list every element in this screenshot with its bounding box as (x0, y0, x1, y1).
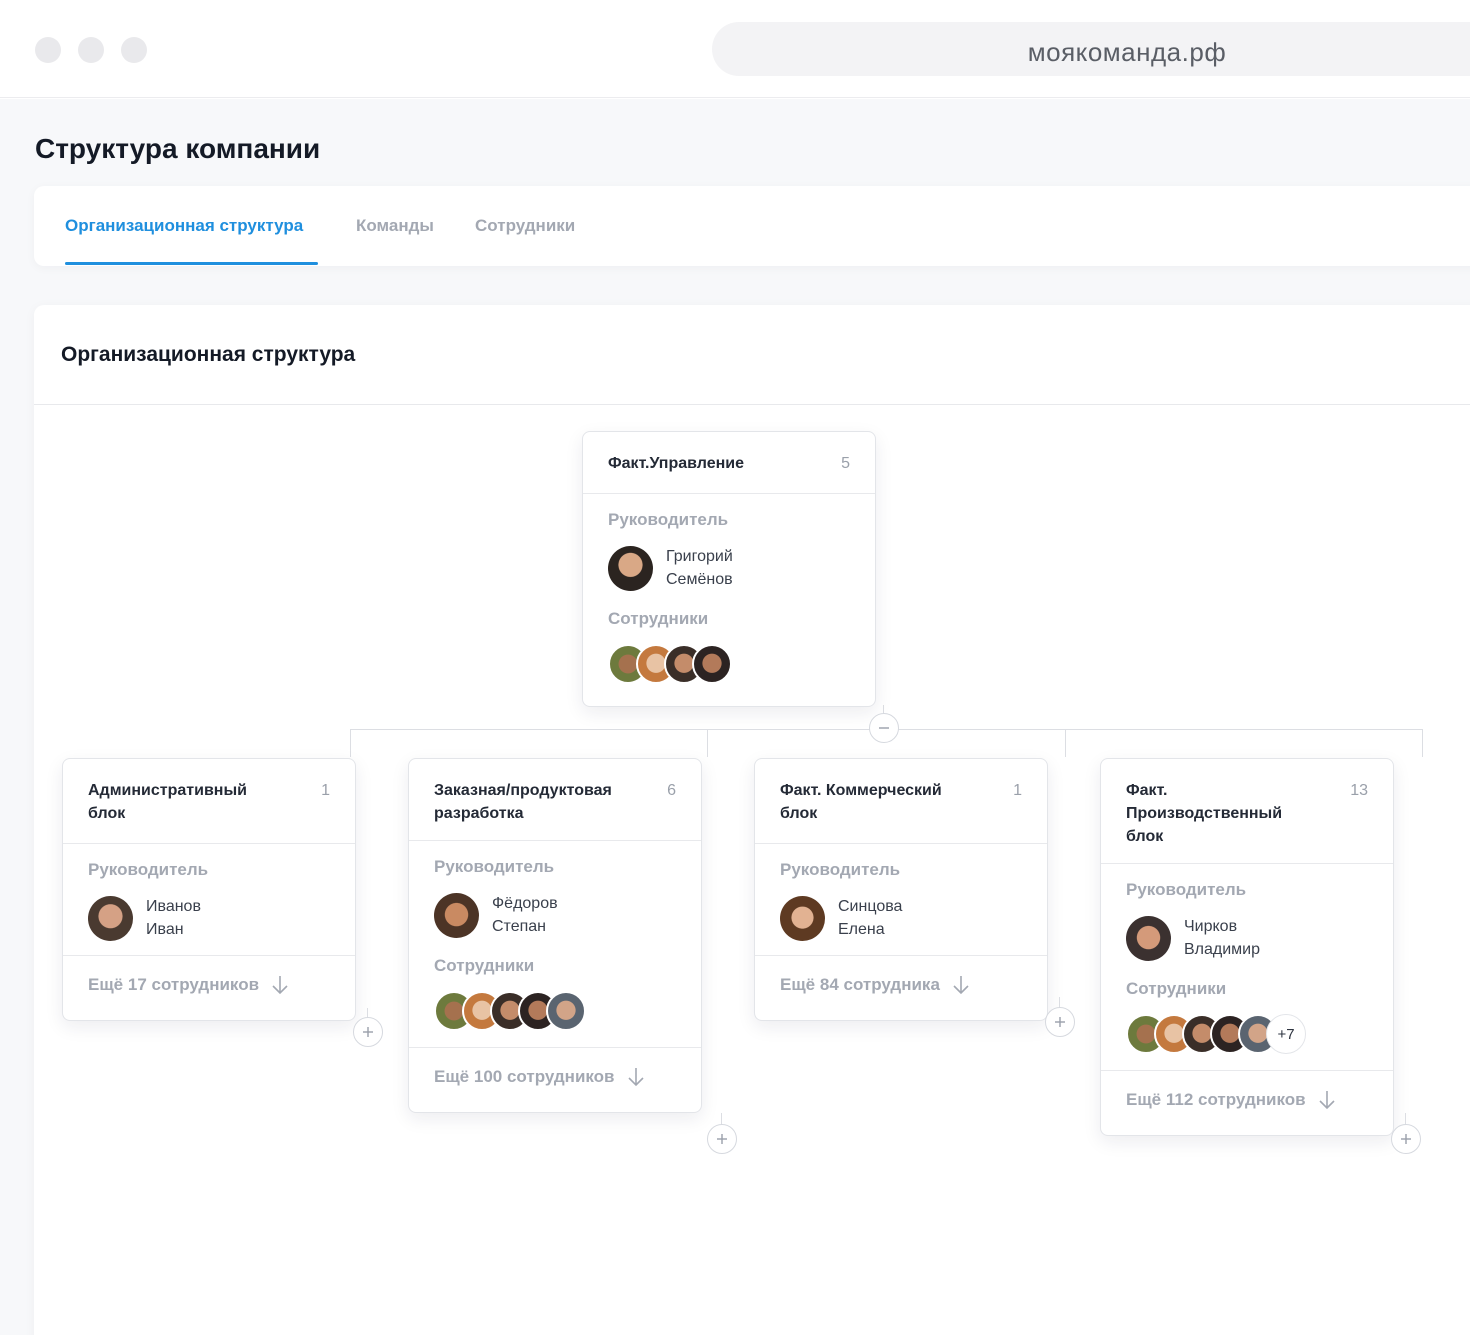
node-title: Факт. Коммерческий блок (780, 782, 942, 822)
manager-last-name: Иван (146, 921, 184, 938)
manager-first-name: Иванов (146, 898, 201, 915)
node-title: Заказная/продуктовая разработка (434, 782, 612, 822)
plus-icon (1401, 1134, 1411, 1144)
manager-last-name: Степан (492, 918, 546, 935)
employee-avatars[interactable]: +7 (1126, 1014, 1368, 1054)
tab-employees[interactable]: Сотрудники (475, 216, 575, 236)
section-divider (34, 404, 1470, 405)
manager-last-name: Елена (838, 921, 885, 938)
show-more-label: Ещё 17 сотрудников (88, 975, 260, 994)
node-count: 6 (667, 782, 676, 799)
avatar (88, 895, 133, 941)
manager-first-name: Чирков (1184, 918, 1238, 935)
manager-label: Руководитель (1126, 880, 1247, 899)
tab-org-structure[interactable]: Организационная структура (65, 216, 303, 236)
show-more-employees[interactable]: Ещё 112 сотрудников (1101, 1071, 1393, 1135)
more-employees-badge[interactable]: +7 (1266, 1014, 1306, 1054)
arrow-down-icon (272, 976, 288, 995)
manager[interactable]: Фёдоров Степан (434, 892, 676, 938)
avatar (434, 892, 479, 938)
address-bar[interactable]: моякоманда.рф (712, 22, 1470, 76)
manager-label: Руководитель (88, 860, 209, 879)
show-more-label: Ещё 112 сотрудников (1126, 1090, 1306, 1109)
show-more-employees[interactable]: Ещё 84 сотрудника (755, 956, 1047, 1020)
page: Структура компании Организационная струк… (0, 99, 1470, 1335)
tabs-bar: Организационная структура Команды Сотруд… (34, 186, 1470, 266)
expand-button[interactable] (1045, 1007, 1075, 1037)
avatar (780, 895, 825, 941)
employee-avatars[interactable] (434, 991, 676, 1031)
employee-avatars[interactable] (608, 644, 850, 684)
connector-child-2 (707, 729, 708, 757)
window-minimize-dot[interactable] (78, 37, 104, 63)
show-more-employees[interactable]: Ещё 100 сотрудников (409, 1048, 701, 1112)
window-close-dot[interactable] (35, 37, 61, 63)
collapse-button[interactable] (869, 713, 899, 743)
section-title: Организационная структура (61, 343, 356, 366)
node-count: 1 (1013, 782, 1022, 799)
node-count: 1 (321, 782, 330, 799)
connector-child-3 (1065, 729, 1066, 757)
manager-first-name: Синцова (838, 898, 903, 915)
plus-icon (717, 1134, 727, 1144)
active-tab-indicator (65, 262, 318, 265)
manager-last-name: Владимир (1184, 941, 1261, 958)
avatar (546, 991, 586, 1031)
expand-button[interactable] (1391, 1124, 1421, 1154)
manager-label: Руководитель (608, 510, 729, 529)
employees-label: Сотрудники (608, 609, 709, 628)
avatar (1126, 915, 1171, 961)
show-more-employees[interactable]: Ещё 17 сотрудников (63, 956, 355, 1020)
manager[interactable]: Григорий Семёнов (608, 545, 850, 591)
manager[interactable]: Чирков Владимир (1126, 915, 1368, 961)
connector-child-4 (1422, 729, 1423, 757)
employees-label: Сотрудники (434, 956, 535, 975)
node-title: Факт. Производственный блок (1126, 782, 1283, 845)
manager-first-name: Фёдоров (492, 895, 558, 912)
plus-icon (1055, 1017, 1065, 1027)
avatar (608, 545, 653, 591)
window-maximize-dot[interactable] (121, 37, 147, 63)
arrow-down-icon (627, 1068, 644, 1087)
manager-first-name: Григорий (666, 548, 733, 565)
avatar (692, 644, 732, 684)
expand-button[interactable] (707, 1124, 737, 1154)
manager-last-name: Семёнов (666, 571, 733, 588)
minus-icon (879, 727, 889, 729)
org-node-admin[interactable]: Административный блок 1 Руководитель Ива… (62, 758, 356, 1021)
node-count: 5 (841, 455, 850, 472)
expand-button[interactable] (353, 1017, 383, 1047)
manager-label: Руководитель (434, 857, 555, 876)
arrow-down-icon (1319, 1091, 1335, 1110)
browser-chrome: моякоманда.рф (0, 0, 1470, 98)
org-node-root[interactable]: Факт.Управление 5 Руководитель Григорий … (582, 431, 876, 707)
address-bar-url: моякоманда.рф (1027, 37, 1227, 67)
page-title: Структура компании (35, 133, 321, 164)
org-node-development[interactable]: Заказная/продуктовая разработка 6 Руково… (408, 758, 702, 1113)
manager[interactable]: Иванов Иван (88, 895, 330, 941)
node-title: Факт.Управление (608, 455, 744, 472)
node-title: Административный блок (88, 782, 247, 822)
org-chart-card: Организационная структура Факт.Управлени… (34, 305, 1470, 1335)
manager-label: Руководитель (780, 860, 901, 879)
org-node-commercial[interactable]: Факт. Коммерческий блок 1 Руководитель С… (754, 758, 1048, 1021)
org-node-production[interactable]: Факт. Производственный блок 13 Руководит… (1100, 758, 1394, 1136)
node-count: 13 (1350, 782, 1368, 799)
show-more-label: Ещё 100 сотрудников (434, 1067, 615, 1086)
plus-icon (363, 1027, 373, 1037)
connector-child-1 (350, 729, 351, 757)
employees-label: Сотрудники (1126, 979, 1227, 998)
show-more-label: Ещё 84 сотрудника (780, 975, 940, 994)
arrow-down-icon (953, 976, 969, 995)
manager[interactable]: Синцова Елена (780, 895, 1022, 941)
tab-teams[interactable]: Команды (356, 216, 434, 236)
